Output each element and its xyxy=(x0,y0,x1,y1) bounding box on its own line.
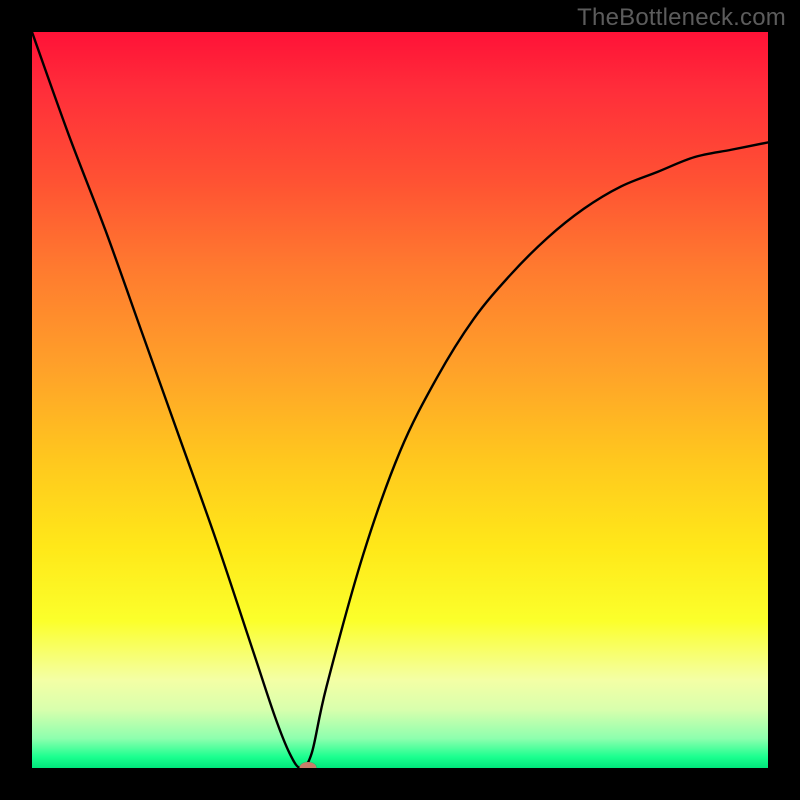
chart-frame: TheBottleneck.com xyxy=(0,0,800,800)
curve-path xyxy=(32,32,768,768)
plot-area xyxy=(32,32,768,768)
bottleneck-curve xyxy=(32,32,768,768)
minimum-marker-icon xyxy=(300,762,317,768)
watermark-text: TheBottleneck.com xyxy=(577,4,786,32)
